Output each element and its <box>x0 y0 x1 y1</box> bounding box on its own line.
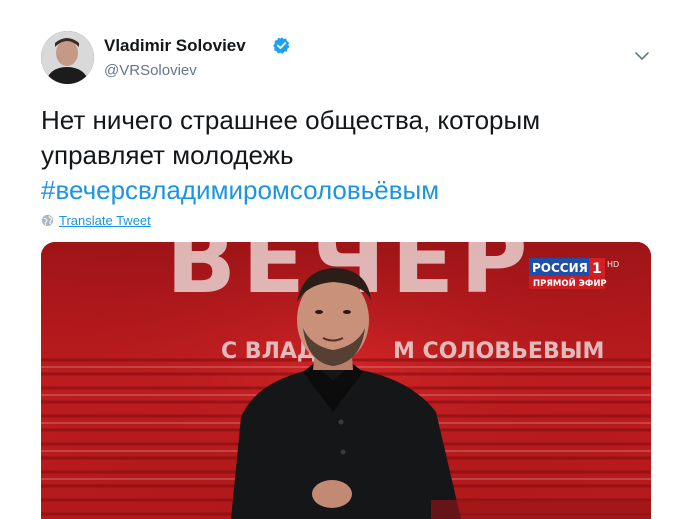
channel-number: 1 <box>592 261 602 277</box>
tweet-text: Нет ничего страшнее общества, которым уп… <box>41 103 651 208</box>
author-avatar[interactable] <box>41 31 94 84</box>
translate-tweet-link[interactable]: Translate Tweet <box>59 213 151 228</box>
studio-scene-image: ВЕЧЕР С ВЛАД М СОЛОВЬЕВЫМ РОССИЯ 1 HD ПР… <box>41 242 651 519</box>
channel-name: РОССИЯ <box>532 261 588 275</box>
show-subtitle-right: М СОЛОВЬЕВЫМ <box>393 339 604 364</box>
globe-icon <box>41 214 54 227</box>
author-handle[interactable]: @VRSoloviev <box>104 62 197 79</box>
tweet-card: Vladimir Soloviev @VRSoloviev Нет ничего… <box>0 0 684 519</box>
live-label: ПРЯМОЙ ЭФИР <box>533 277 607 289</box>
person-avatar-icon <box>41 31 94 84</box>
hashtag-link[interactable]: #вечерсвладимиромсоловьёвым <box>41 173 651 208</box>
channel-hd: HD <box>607 260 619 269</box>
translate-tweet[interactable]: Translate Tweet <box>41 213 151 228</box>
tweet-body: Нет ничего страшнее общества, которым уп… <box>41 105 541 170</box>
chevron-down-icon[interactable] <box>634 50 650 62</box>
tweet-media-image[interactable]: ВЕЧЕР С ВЛАД М СОЛОВЬЕВЫМ РОССИЯ 1 HD ПР… <box>41 242 651 519</box>
show-subtitle-left: С ВЛАД <box>221 339 316 364</box>
verified-badge-icon <box>273 37 290 54</box>
author-name[interactable]: Vladimir Soloviev <box>104 36 246 56</box>
